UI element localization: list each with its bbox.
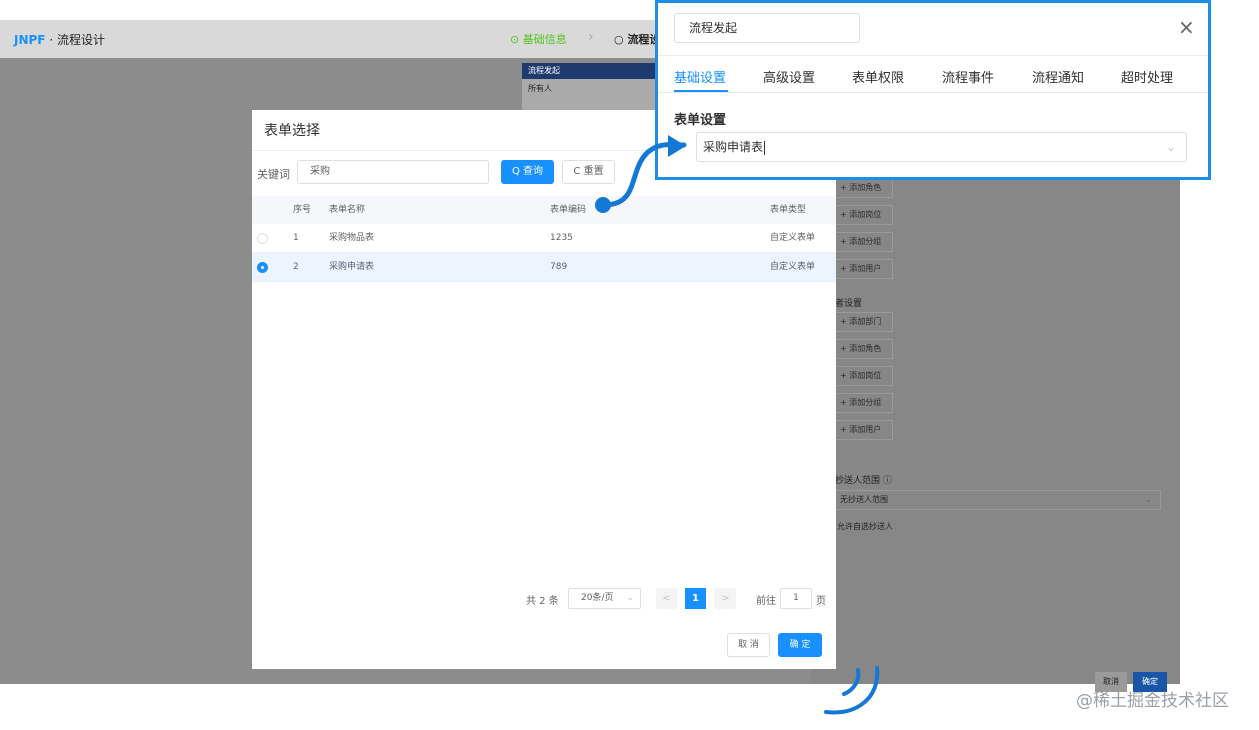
watermark: @稀土掘金技术社区 [1076, 691, 1229, 711]
connector-dot [595, 197, 611, 213]
screenshot-root: JNPF · 流程设计 ⊙ 基础信息 › ○ 流程设 流程发起 所有人 + 添加… [0, 0, 1259, 730]
curve-annotation [842, 668, 861, 696]
arrow-head-icon [668, 135, 686, 157]
connector-annotation [595, 135, 880, 715]
